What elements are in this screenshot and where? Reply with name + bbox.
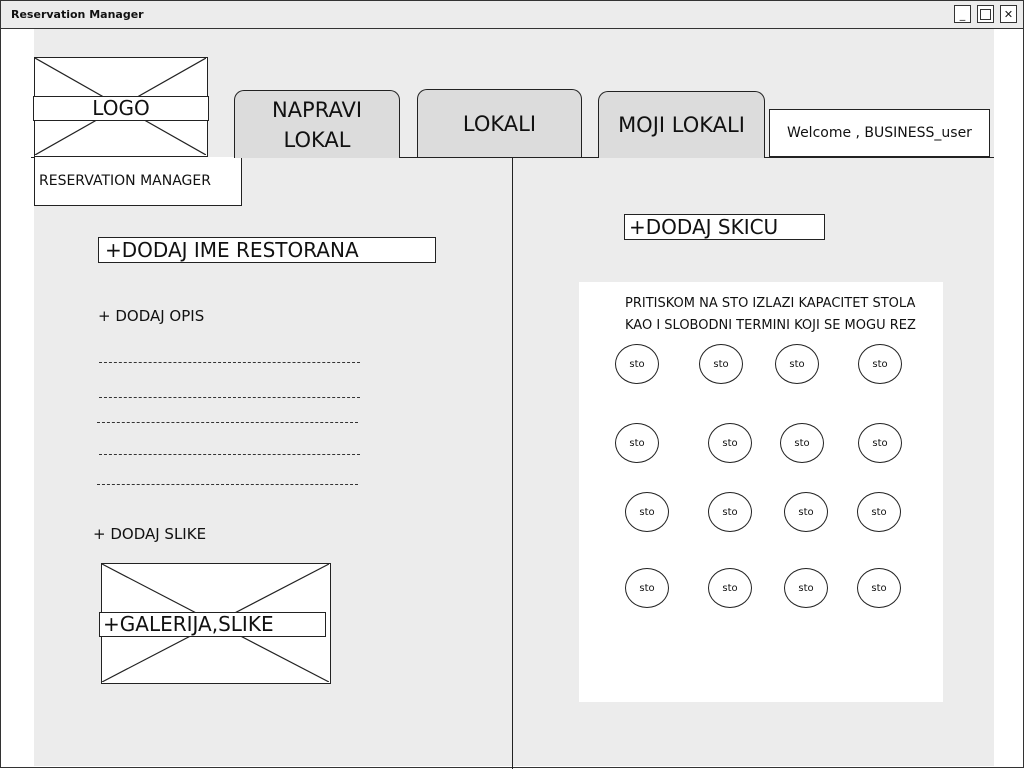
gallery-images-button[interactable]: +GALERIJA,SLIKE bbox=[99, 612, 326, 637]
add-description-button[interactable]: + DODAJ OPIS bbox=[98, 307, 204, 325]
table-sto[interactable]: sto bbox=[858, 423, 902, 463]
description-line bbox=[99, 397, 360, 398]
table-sto[interactable]: sto bbox=[857, 492, 901, 532]
tab-lokali[interactable]: LOKALI bbox=[417, 89, 582, 157]
maximize-button[interactable] bbox=[977, 5, 994, 23]
app-window: Reservation Manager _ ✕ LOGO RESERVATION… bbox=[0, 0, 1024, 769]
floor-plan-hint: PRITISKOM NA STO IZLAZI KAPACITET STOLA … bbox=[625, 293, 916, 337]
minimize-icon: _ bbox=[959, 7, 966, 21]
description-line bbox=[99, 362, 360, 363]
add-restaurant-name-button[interactable]: +DODAJ IME RESTORANA bbox=[98, 237, 436, 263]
tab-label-line1: NAPRAVI bbox=[271, 97, 363, 122]
table-sto[interactable]: sto bbox=[784, 568, 828, 608]
window-title: Reservation Manager bbox=[11, 8, 144, 21]
title-bar: Reservation Manager _ ✕ bbox=[1, 1, 1023, 29]
table-sto[interactable]: sto bbox=[615, 344, 659, 384]
table-sto[interactable]: sto bbox=[784, 492, 828, 532]
table-sto[interactable]: sto bbox=[775, 344, 819, 384]
tab-label-line2: LOKAL bbox=[283, 127, 351, 152]
table-sto[interactable]: sto bbox=[708, 423, 752, 463]
tab-moji-lokali[interactable]: MOJI LOKALI bbox=[598, 91, 765, 158]
table-sto[interactable]: sto bbox=[625, 568, 669, 608]
table-sto[interactable]: sto bbox=[708, 568, 752, 608]
description-line bbox=[97, 422, 358, 423]
table-sto[interactable]: sto bbox=[780, 423, 824, 463]
tab-napravi-lokal[interactable]: NAPRAVI LOKAL bbox=[234, 90, 400, 158]
table-sto[interactable]: sto bbox=[708, 492, 752, 532]
maximize-icon bbox=[980, 8, 991, 20]
minimize-button[interactable]: _ bbox=[954, 5, 971, 23]
brand-name: RESERVATION MANAGER bbox=[34, 157, 242, 206]
logo-label: LOGO bbox=[33, 96, 209, 121]
tab-label: LOKALI bbox=[462, 111, 537, 136]
hint-line: KAO I SLOBODNI TERMINI KOJI SE MOGU REZ bbox=[625, 318, 916, 333]
table-sto[interactable]: sto bbox=[857, 568, 901, 608]
table-sto[interactable]: sto bbox=[858, 344, 902, 384]
hint-line: PRITISKOM NA STO IZLAZI KAPACITET STOLA bbox=[625, 296, 916, 311]
welcome-user: Welcome , BUSINESS_user bbox=[769, 109, 990, 157]
table-sto[interactable]: sto bbox=[615, 423, 659, 463]
close-icon: ✕ bbox=[1003, 7, 1014, 21]
add-images-button[interactable]: + DODAJ SLIKE bbox=[93, 525, 206, 543]
description-line bbox=[99, 454, 360, 455]
tab-label: MOJI LOKALI bbox=[618, 113, 745, 137]
table-sto[interactable]: sto bbox=[625, 492, 669, 532]
table-sto[interactable]: sto bbox=[699, 344, 743, 384]
description-line bbox=[97, 484, 358, 485]
column-divider bbox=[512, 157, 513, 769]
add-sketch-button[interactable]: +DODAJ SKICU bbox=[624, 214, 825, 240]
close-button[interactable]: ✕ bbox=[1000, 5, 1017, 23]
